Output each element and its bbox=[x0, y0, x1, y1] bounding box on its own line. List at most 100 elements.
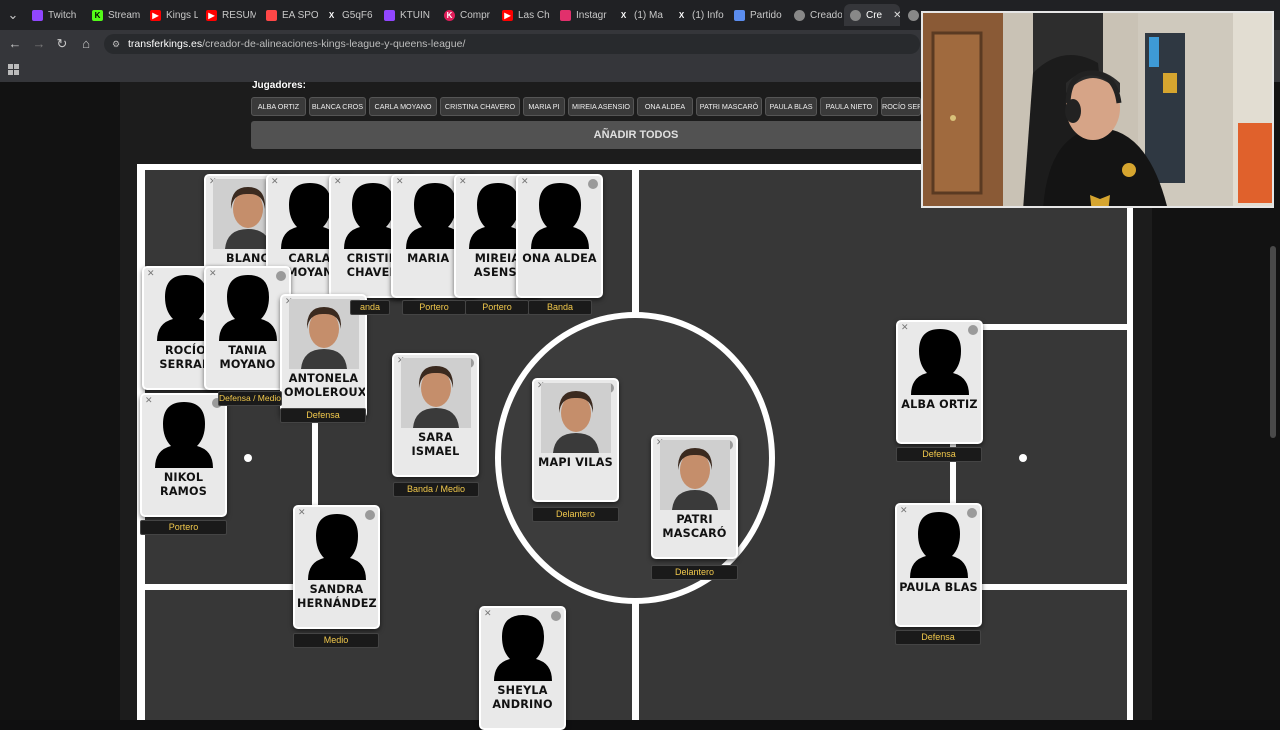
player-chip[interactable]: PATRI MASCARÓ bbox=[696, 97, 762, 116]
player-name: PATRI MASCARÓ bbox=[662, 513, 727, 540]
player-card[interactable]: ✕ SANDRA HERNÁNDEZ bbox=[293, 505, 380, 629]
forward-icon[interactable]: → bbox=[31, 36, 47, 52]
tab[interactable]: EA SPO bbox=[260, 4, 318, 26]
player-chip[interactable]: ROCÍO SER bbox=[881, 97, 921, 116]
youtube-icon: ▶ bbox=[502, 9, 513, 21]
tab-label: (1) Info bbox=[692, 9, 724, 21]
player-card[interactable]: ✕ SHEYLA ANDRINO bbox=[479, 606, 566, 730]
player-photo bbox=[288, 299, 359, 369]
x-icon: X bbox=[620, 10, 627, 20]
kick-icon: K bbox=[444, 9, 455, 21]
add-all-button[interactable]: AÑADIR TODOS bbox=[251, 121, 1021, 149]
tab[interactable]: Twitch bbox=[26, 4, 84, 26]
tab-label: Twitch bbox=[48, 9, 77, 21]
player-name: ONA ALDEA bbox=[522, 252, 597, 265]
right-penalty-spot bbox=[1019, 454, 1027, 462]
instagram-icon bbox=[560, 9, 571, 21]
left-penalty-spot bbox=[244, 454, 252, 462]
game-icon bbox=[734, 9, 745, 21]
player-chip[interactable]: CRISTINA CHAVERO bbox=[440, 97, 520, 116]
position-label: Defensa bbox=[280, 408, 366, 423]
player-card[interactable]: ✕ ONA ALDEA bbox=[516, 174, 603, 298]
player-card[interactable]: ✕ TANIA MOYANO bbox=[204, 266, 291, 390]
player-silhouette bbox=[154, 402, 213, 468]
player-name: ANTONELA OMOLEROUX bbox=[284, 372, 367, 399]
player-chip[interactable]: MARIA PI bbox=[523, 97, 565, 116]
tab[interactable] bbox=[902, 4, 922, 26]
apps-grid-icon[interactable] bbox=[8, 64, 19, 75]
tab-label: G5qF6 bbox=[342, 9, 373, 21]
home-icon[interactable]: ⌂ bbox=[78, 36, 94, 52]
twitch-icon bbox=[384, 9, 395, 21]
position-label: Portero bbox=[402, 300, 466, 315]
left-box-bottom bbox=[137, 584, 318, 590]
player-photo bbox=[400, 358, 471, 428]
player-name: NIKOL RAMOS bbox=[160, 471, 207, 498]
page-scrollbar[interactable] bbox=[1270, 246, 1276, 438]
player-name: SHEYLA ANDRINO bbox=[492, 684, 553, 711]
player-chip[interactable]: MIREIA ASENSIO bbox=[568, 97, 634, 116]
player-silhouette bbox=[530, 183, 589, 249]
player-card[interactable]: ✕SARA ISMAEL bbox=[392, 353, 479, 477]
tab[interactable]: Partido bbox=[728, 4, 784, 26]
position-label: Banda bbox=[528, 300, 592, 315]
players-title: Jugadores: bbox=[252, 80, 306, 91]
player-name: SANDRA HERNÁNDEZ bbox=[297, 583, 377, 610]
url-field[interactable]: ⚙ transferkings.es/creador-de-alineacion… bbox=[104, 34, 920, 54]
url-host: transferkings.es bbox=[128, 38, 203, 50]
close-icon[interactable]: ✕ bbox=[893, 10, 900, 21]
kick-icon: K bbox=[92, 9, 103, 21]
tab[interactable]: X G5qF6 bbox=[320, 4, 374, 26]
webcam-image bbox=[923, 13, 1272, 206]
tab[interactable]: Instagr bbox=[554, 4, 610, 26]
player-chip[interactable]: ALBA ORTIZ bbox=[251, 97, 306, 116]
tab[interactable]: X (1) Ma bbox=[612, 4, 668, 26]
tab[interactable]: X (1) Info bbox=[670, 4, 726, 26]
tab[interactable]: ▶ Las Ch bbox=[496, 4, 552, 26]
tab[interactable]: K Compr bbox=[438, 4, 492, 26]
youtube-icon: ▶ bbox=[206, 9, 217, 21]
site-icon bbox=[850, 9, 861, 21]
player-silhouette bbox=[910, 329, 969, 395]
player-card[interactable]: ✕ ALBA ORTIZ bbox=[896, 320, 983, 444]
player-chip[interactable]: PAULA NIETO bbox=[820, 97, 878, 116]
player-card[interactable]: ✕MAPI VILAS bbox=[532, 378, 619, 502]
tab-search-icon[interactable]: ⌄ bbox=[5, 7, 21, 23]
tab-label: Partido bbox=[750, 9, 782, 21]
tab-label: Cre bbox=[866, 9, 883, 21]
tab-label: Kings L bbox=[166, 9, 198, 21]
player-card[interactable]: ✕ PAULA BLAS bbox=[895, 503, 982, 627]
player-name: SARA ISMAEL bbox=[411, 431, 460, 458]
tab-label: EA SPO bbox=[282, 9, 318, 21]
twitch-icon bbox=[32, 9, 43, 21]
tab-label: Stream bbox=[108, 9, 141, 21]
player-chip[interactable]: ONA ALDEA bbox=[637, 97, 693, 116]
player-name: ALBA ORTIZ bbox=[901, 398, 978, 411]
position-label: Portero bbox=[465, 300, 529, 315]
player-card[interactable]: ✕ NIKOL RAMOS bbox=[140, 393, 227, 517]
x-icon: X bbox=[328, 10, 335, 20]
tab[interactable]: Creado bbox=[788, 4, 842, 26]
player-chip[interactable]: BLANCA CROS bbox=[309, 97, 366, 116]
position-label: Defensa bbox=[896, 447, 982, 462]
reload-icon[interactable]: ↻ bbox=[54, 36, 70, 52]
player-card[interactable]: ✕PATRI MASCARÓ bbox=[651, 435, 738, 559]
player-name: MAPI VILAS bbox=[538, 456, 613, 469]
position-label: Banda / Medio bbox=[393, 482, 479, 497]
tab[interactable]: KTUIN bbox=[378, 4, 434, 26]
tab-active[interactable]: Cre ✕ bbox=[844, 4, 900, 26]
x-icon: X bbox=[678, 10, 685, 20]
player-chip[interactable]: PAULA BLAS bbox=[765, 97, 817, 116]
site-info-icon[interactable]: ⚙ bbox=[112, 34, 120, 54]
back-icon[interactable]: ← bbox=[7, 36, 23, 52]
tab-label: Creado bbox=[810, 9, 842, 21]
player-silhouette bbox=[493, 615, 552, 681]
tab[interactable]: ▶ RESUM bbox=[200, 4, 256, 26]
tab[interactable]: K Stream bbox=[86, 4, 142, 26]
youtube-icon: ▶ bbox=[150, 9, 161, 21]
player-chip[interactable]: CARLA MOYANO bbox=[369, 97, 437, 116]
player-silhouette bbox=[909, 512, 968, 578]
player-photo bbox=[659, 440, 730, 510]
tab[interactable]: ▶ Kings L bbox=[144, 4, 198, 26]
position-label: Defensa / Medio bbox=[218, 391, 282, 406]
